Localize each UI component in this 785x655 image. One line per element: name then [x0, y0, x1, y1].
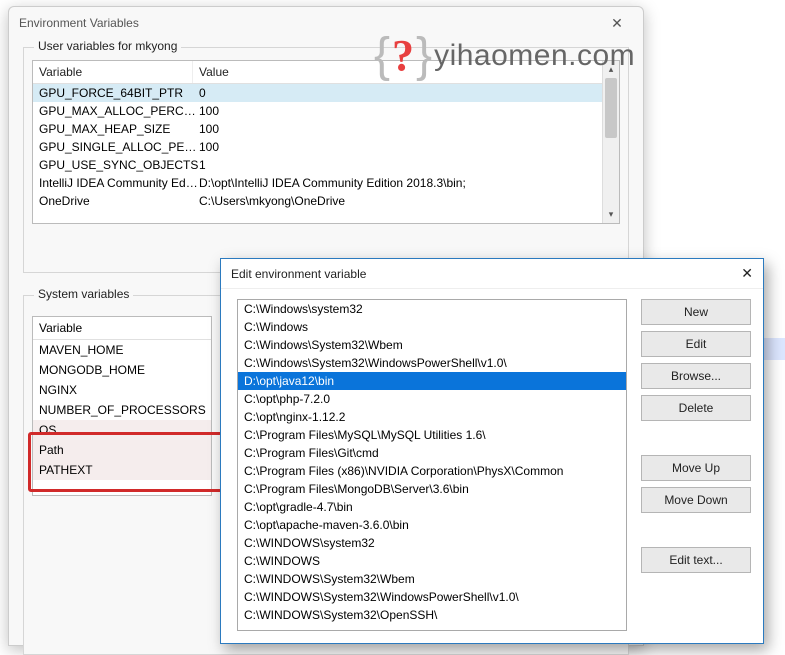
cell-value: 100: [199, 122, 613, 136]
cell-variable: GPU_USE_SYNC_OBJECTS: [39, 158, 199, 172]
table-row[interactable]: OS: [33, 420, 211, 440]
browse-button[interactable]: Browse...: [641, 363, 751, 389]
table-row[interactable]: MAVEN_HOME: [33, 340, 211, 360]
scroll-down-icon[interactable]: ▾: [603, 206, 619, 223]
system-variables-table[interactable]: Variable MAVEN_HOMEMONGODB_HOMENGINXNUMB…: [32, 316, 212, 496]
col-value[interactable]: Value: [193, 61, 619, 83]
list-item[interactable]: C:\Windows\system32: [238, 300, 626, 318]
list-item[interactable]: C:\WINDOWS\system32: [238, 534, 626, 552]
user-variables-group: User variables for mkyong Variable Value…: [23, 47, 629, 273]
table-row[interactable]: Path: [33, 440, 211, 460]
table-row[interactable]: NGINX: [33, 380, 211, 400]
list-item[interactable]: C:\WINDOWS: [238, 552, 626, 570]
sys-col-variable[interactable]: Variable: [33, 317, 211, 340]
list-item[interactable]: C:\Windows: [238, 318, 626, 336]
table-row[interactable]: OneDriveC:\Users\mkyong\OneDrive: [33, 192, 619, 210]
table-row[interactable]: MONGODB_HOME: [33, 360, 211, 380]
move-up-button[interactable]: Move Up: [641, 455, 751, 481]
list-item[interactable]: C:\Program Files\MongoDB\Server\3.6\bin: [238, 480, 626, 498]
list-item[interactable]: C:\WINDOWS\System32\OpenSSH\: [238, 606, 626, 624]
edit-dialog-titlebar[interactable]: Edit environment variable ✕: [221, 259, 763, 289]
edit-button[interactable]: Edit: [641, 331, 751, 357]
list-item[interactable]: C:\Program Files (x86)\NVIDIA Corporatio…: [238, 462, 626, 480]
env-window-titlebar[interactable]: Environment Variables ✕: [9, 7, 643, 39]
cell-value: 0: [199, 86, 613, 100]
cell-variable: GPU_MAX_ALLOC_PERCENT: [39, 104, 199, 118]
cell-variable: OneDrive: [39, 194, 199, 208]
col-variable[interactable]: Variable: [33, 61, 193, 83]
list-item[interactable]: D:\opt\java12\bin: [238, 372, 626, 390]
table-row[interactable]: GPU_FORCE_64BIT_PTR0: [33, 84, 619, 102]
cell-value: 100: [199, 140, 613, 154]
list-item[interactable]: C:\Windows\System32\WindowsPowerShell\v1…: [238, 354, 626, 372]
table-row[interactable]: GPU_USE_SYNC_OBJECTS1: [33, 156, 619, 174]
table-row[interactable]: IntelliJ IDEA Community Edit...D:\opt\In…: [33, 174, 619, 192]
scroll-thumb[interactable]: [605, 78, 617, 138]
list-item[interactable]: C:\opt\gradle-4.7\bin: [238, 498, 626, 516]
cell-variable: GPU_FORCE_64BIT_PTR: [39, 86, 199, 100]
dialog-button-column: New Edit Browse... Delete Move Up Move D…: [641, 299, 751, 631]
close-icon[interactable]: ✕: [725, 265, 753, 282]
scroll-up-icon[interactable]: ▴: [603, 61, 619, 78]
user-table-header: Variable Value: [33, 61, 619, 84]
list-item[interactable]: C:\Windows\System32\Wbem: [238, 336, 626, 354]
table-row[interactable]: GPU_SINGLE_ALLOC_PERCE...100: [33, 138, 619, 156]
edit-text-button[interactable]: Edit text...: [641, 547, 751, 573]
cell-value: 100: [199, 104, 613, 118]
table-row[interactable]: PATHEXT: [33, 460, 211, 480]
scrollbar[interactable]: ▴ ▾: [602, 61, 619, 223]
table-row[interactable]: NUMBER_OF_PROCESSORS: [33, 400, 211, 420]
table-row[interactable]: GPU_MAX_ALLOC_PERCENT100: [33, 102, 619, 120]
move-down-button[interactable]: Move Down: [641, 487, 751, 513]
cell-variable: GPU_SINGLE_ALLOC_PERCE...: [39, 140, 199, 154]
path-entries-list[interactable]: C:\Windows\system32C:\WindowsC:\Windows\…: [237, 299, 627, 631]
system-variables-label: System variables: [34, 287, 133, 301]
cell-value: D:\opt\IntelliJ IDEA Community Edition 2…: [199, 176, 613, 190]
user-variables-label: User variables for mkyong: [34, 39, 181, 53]
list-item[interactable]: C:\Program Files\MySQL\MySQL Utilities 1…: [238, 426, 626, 444]
env-window-title: Environment Variables: [19, 16, 139, 30]
list-item[interactable]: C:\WINDOWS\System32\WindowsPowerShell\v1…: [238, 588, 626, 606]
cell-value: C:\Users\mkyong\OneDrive: [199, 194, 613, 208]
list-item[interactable]: C:\Program Files\Git\cmd: [238, 444, 626, 462]
cell-variable: GPU_MAX_HEAP_SIZE: [39, 122, 199, 136]
cell-variable: IntelliJ IDEA Community Edit...: [39, 176, 199, 190]
delete-button[interactable]: Delete: [641, 395, 751, 421]
list-item[interactable]: C:\WINDOWS\System32\Wbem: [238, 570, 626, 588]
cell-value: 1: [199, 158, 613, 172]
list-item[interactable]: C:\opt\php-7.2.0: [238, 390, 626, 408]
user-variables-table[interactable]: Variable Value GPU_FORCE_64BIT_PTR0GPU_M…: [32, 60, 620, 224]
close-icon[interactable]: ✕: [601, 15, 633, 32]
new-button[interactable]: New: [641, 299, 751, 325]
table-row[interactable]: GPU_MAX_HEAP_SIZE100: [33, 120, 619, 138]
edit-dialog-title: Edit environment variable: [231, 267, 366, 281]
edit-environment-variable-dialog: Edit environment variable ✕ C:\Windows\s…: [220, 258, 764, 644]
list-item[interactable]: C:\opt\nginx-1.12.2: [238, 408, 626, 426]
list-item[interactable]: C:\opt\apache-maven-3.6.0\bin: [238, 516, 626, 534]
